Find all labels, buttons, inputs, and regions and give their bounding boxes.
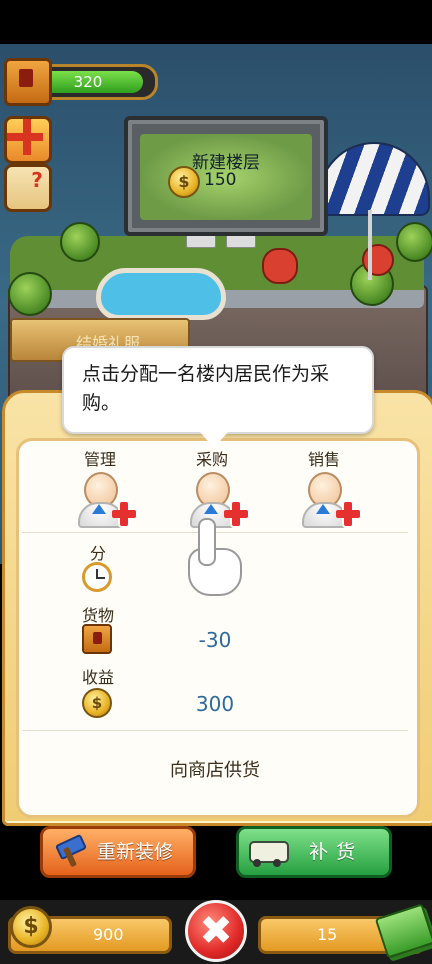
bush-icon	[396, 222, 432, 262]
renovate-button[interactable]: 重新装修	[40, 826, 196, 878]
role-label-purchaser: 采购	[195, 450, 228, 469]
crate-icon	[82, 624, 112, 654]
divider	[22, 730, 408, 731]
flower-pot	[186, 234, 216, 248]
coin-icon: $	[82, 688, 112, 718]
flower-pot	[226, 234, 256, 248]
goods-label: 货物	[81, 606, 114, 625]
crate-icon	[4, 58, 52, 106]
restock-label: 补货	[309, 841, 364, 863]
tutorial-tooltip-text: 点击分配一名楼内居民作为采购。	[82, 363, 330, 414]
pointing-hand-icon	[182, 518, 244, 596]
bux-balance-value: 15	[317, 925, 338, 944]
close-icon: ✖	[199, 908, 233, 954]
status-bar	[0, 0, 432, 44]
coin-icon: $	[168, 166, 200, 198]
hand-finger	[198, 518, 216, 566]
bush-icon	[60, 222, 100, 262]
truck-icon	[249, 837, 289, 867]
goods-value: -30	[198, 628, 232, 652]
lounge-chair-icon	[262, 248, 298, 284]
income-label: 收益	[81, 668, 114, 687]
arrow-up-icon	[316, 504, 330, 514]
game-scene: 结婚礼服 新建楼层 $ 150 320 ? 管理 采购 销售 分 货物 -30 …	[0, 0, 432, 964]
parasol-pole	[368, 210, 372, 280]
arrow-up-icon	[204, 504, 218, 514]
restock-button[interactable]: 补货	[236, 826, 392, 878]
gift-button[interactable]	[4, 116, 52, 164]
role-label-sales: 销售	[307, 450, 340, 469]
rooftop-pool	[96, 268, 226, 320]
time-label: 分	[89, 544, 106, 563]
clock-icon	[82, 562, 112, 592]
tutorial-tooltip: 点击分配一名楼内居民作为采购。	[62, 346, 374, 448]
add-icon	[336, 502, 360, 526]
close-button[interactable]: ✖	[185, 900, 247, 962]
coin-icon: $	[10, 906, 52, 948]
income-value: 300	[195, 692, 235, 716]
help-button[interactable]: ?	[4, 164, 52, 212]
question-icon: ?	[31, 168, 43, 192]
lounge-chair-icon	[362, 244, 394, 276]
renovate-label: 重新装修	[97, 841, 174, 863]
assign-sales-button[interactable]	[300, 472, 360, 528]
supply-store-text: 向商店供货	[170, 760, 260, 781]
assign-manager-button[interactable]	[76, 472, 136, 528]
coin-balance-value: 900	[93, 925, 124, 944]
arrow-up-icon	[92, 504, 106, 514]
hammer-icon	[53, 837, 85, 867]
bush-icon	[8, 272, 52, 316]
role-label-manager: 管理	[83, 450, 116, 469]
add-icon	[112, 502, 136, 526]
new-floor-price: 150	[204, 170, 237, 190]
